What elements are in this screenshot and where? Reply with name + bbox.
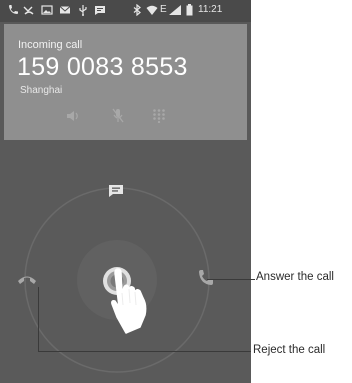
answer-call-icon[interactable] [197, 269, 214, 287]
hand-pointer-icon [111, 268, 147, 334]
dialpad-icon[interactable] [152, 108, 166, 123]
battery-icon [186, 4, 193, 16]
message-icon[interactable] [108, 184, 124, 198]
signal-icon [169, 5, 181, 15]
usb-icon [79, 5, 87, 16]
caller-location: Shanghai [20, 85, 63, 96]
answer-annotation: Answer the call [256, 271, 334, 283]
gallery-icon [41, 5, 53, 15]
reject-annotation: Reject the call [253, 344, 326, 356]
answer-annotation-line [207, 279, 255, 280]
status-bar: E 11:21 [0, 0, 251, 22]
mail-icon [59, 6, 71, 14]
network-type: E [160, 4, 167, 15]
missed-call-icon [23, 6, 34, 15]
phone-icon [9, 5, 18, 14]
wifi-icon [146, 5, 158, 15]
caller-number: 159 0083 8553 [17, 53, 188, 81]
reject-call-icon[interactable] [17, 272, 37, 286]
mute-icon[interactable] [111, 108, 125, 124]
reject-annotation-line-horizontal [38, 351, 251, 352]
message-icon [95, 6, 105, 15]
call-status: Incoming call [18, 39, 83, 51]
reject-annotation-line-vertical [38, 287, 39, 352]
speaker-icon[interactable] [66, 109, 80, 123]
bluetooth-icon [133, 4, 141, 16]
call-info-card: Incoming call 159 0083 8553 Shanghai [4, 24, 247, 140]
clock: 11:21 [198, 4, 223, 15]
